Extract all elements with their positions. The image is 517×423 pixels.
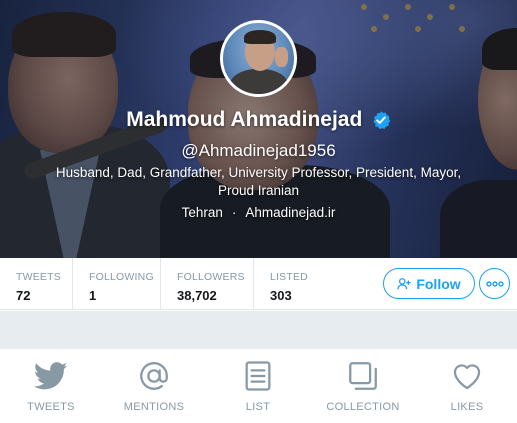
profile-avatar[interactable]	[220, 20, 297, 97]
avatar-hair	[244, 30, 276, 44]
tab-list[interactable]: LIST	[208, 349, 308, 423]
list-icon	[245, 361, 271, 391]
tab-tweets[interactable]: TWEETS	[1, 349, 101, 423]
stat-listed[interactable]: LISTED 303	[253, 258, 333, 310]
more-options-button[interactable]	[479, 268, 510, 299]
stat-tweets-label: TWEETS	[16, 271, 61, 283]
profile-bio-line-2: Proud Iranian	[217, 183, 300, 198]
tab-likes[interactable]: LIKES	[417, 349, 517, 423]
profile-name-row: Mahmoud Ahmadinejad	[0, 108, 517, 132]
avatar-hand	[275, 47, 288, 67]
at-icon	[140, 362, 168, 390]
more-icon	[485, 280, 504, 287]
follow-button-label: Follow	[416, 275, 461, 292]
tab-likes-label: LIKES	[450, 401, 484, 413]
add-user-icon	[397, 277, 411, 289]
stat-tweets-value: 72	[16, 288, 31, 303]
tab-tweets-label: TWEETS	[27, 401, 75, 413]
bird-icon	[34, 362, 68, 390]
profile-location: Tehran	[181, 205, 223, 220]
stat-tweets[interactable]: TWEETS 72	[0, 258, 72, 310]
profile-bio-line-1: Husband, Dad, Grandfather, University Pr…	[55, 165, 462, 180]
collection-icon	[349, 362, 377, 390]
stat-followers-value: 38,702	[177, 288, 217, 303]
meta-separator: ·	[231, 205, 237, 220]
tab-mentions-label: MENTIONS	[123, 401, 185, 413]
stat-followers[interactable]: FOLLOWERS 38,702	[160, 258, 253, 310]
verified-badge-icon	[373, 111, 391, 130]
heart-icon	[453, 364, 481, 390]
tab-list-label: LIST	[245, 401, 271, 413]
profile-tab-bar: TWEETS MENTIONS LIST COLLECTION LIKES	[0, 349, 517, 423]
tab-collection-label: COLLECTION	[326, 401, 400, 413]
stat-following-value: 1	[89, 288, 97, 303]
profile-bio: Husband, Dad, Grandfather, University Pr…	[40, 164, 477, 200]
tab-collection[interactable]: COLLECTION	[313, 349, 413, 423]
profile-meta: Tehran · Ahmadinejad.ir	[0, 205, 517, 220]
profile-name: Mahmoud Ahmadinejad	[126, 108, 363, 131]
tab-mentions[interactable]: MENTIONS	[104, 349, 204, 423]
profile-handle: @Ahmadinejad1956	[181, 141, 336, 160]
profile-website-link[interactable]: Ahmadinejad.ir	[245, 205, 335, 220]
stat-followers-label: FOLLOWERS	[177, 271, 245, 283]
follow-button[interactable]: Follow	[383, 268, 475, 299]
avatar-suit	[229, 69, 289, 94]
stat-following-label: FOLLOWING	[89, 271, 154, 283]
stat-following[interactable]: FOLLOWING 1	[72, 258, 162, 310]
stat-listed-label: LISTED	[270, 271, 308, 283]
stat-listed-value: 303	[270, 288, 292, 303]
section-divider	[0, 311, 517, 349]
